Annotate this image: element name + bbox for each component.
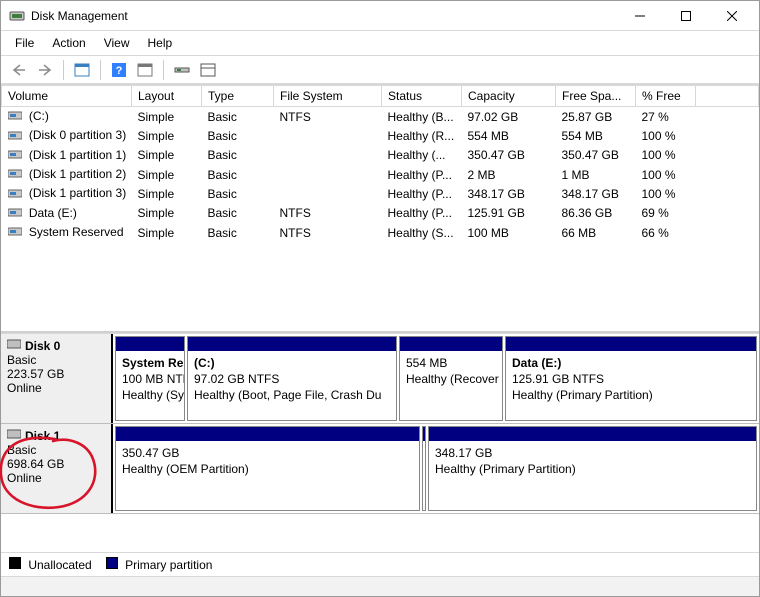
volume-icon [8,206,22,221]
volume-icon [8,148,22,163]
help-icon[interactable]: ? [107,59,131,81]
toolbar-action2-icon[interactable] [196,59,220,81]
volume-icon [8,109,22,124]
disk-info[interactable]: Disk 0Basic223.57 GBOnline [1,334,113,423]
menu-help[interactable]: Help [140,33,181,53]
toolbar: ? [1,56,759,84]
menu-file[interactable]: File [7,33,42,53]
toolbar-separator [163,60,164,80]
volumes-table: Volume Layout Type File System Status Ca… [1,85,759,242]
maximize-button[interactable] [663,2,709,30]
disk-management-window: Disk Management File Action View Help ? [0,0,760,597]
col-type[interactable]: Type [202,86,274,107]
app-icon [9,8,25,24]
legend: Unallocated Primary partition [1,552,759,576]
col-layout[interactable]: Layout [132,86,202,107]
volume-icon [8,225,22,240]
volume-icon [8,167,22,182]
disk-info[interactable]: Disk 1Basic698.64 GBOnline [1,424,113,513]
partition-stripe [423,427,425,441]
menubar: File Action View Help [1,31,759,56]
partition[interactable] [422,426,426,511]
disk-partitions: System Res100 MB NTFHealthy (Sy(C:)97.02… [113,334,759,423]
forward-button [33,59,57,81]
disk-partitions: 350.47 GBHealthy (OEM Partition)348.17 G… [113,424,759,513]
col-status[interactable]: Status [382,86,462,107]
volumes-pane[interactable]: Volume Layout Type File System Status Ca… [1,85,759,333]
table-row[interactable]: (Disk 1 partition 2)SimpleBasicHealthy (… [2,165,759,184]
minimize-button[interactable] [617,2,663,30]
toolbar-refresh-icon[interactable] [70,59,94,81]
table-row[interactable]: System ReservedSimpleBasicNTFSHealthy (S… [2,223,759,242]
back-button [7,59,31,81]
partition[interactable]: 554 MBHealthy (Recover [399,336,503,421]
disk-row: Disk 0Basic223.57 GBOnlineSystem Res100 … [1,334,759,424]
volume-icon [8,187,22,202]
toolbar-separator [63,60,64,80]
svg-text:?: ? [116,65,123,77]
titlebar: Disk Management [1,1,759,31]
col-volume[interactable]: Volume [2,86,132,107]
disk-icon [7,338,21,353]
table-row[interactable]: (C:)SimpleBasicNTFSHealthy (B...97.02 GB… [2,107,759,127]
volume-icon [8,129,22,144]
legend-unallocated: Unallocated [9,557,92,572]
disk-row: Disk 1Basic698.64 GBOnline350.47 GBHealt… [1,424,759,514]
window-title: Disk Management [31,9,617,23]
menu-action[interactable]: Action [44,33,93,53]
table-row[interactable]: Data (E:)SimpleBasicNTFSHealthy (P...125… [2,204,759,223]
col-freespace[interactable]: Free Spa... [556,86,636,107]
partition-stripe [188,337,396,351]
footer-bar [1,576,759,596]
col-capacity[interactable]: Capacity [462,86,556,107]
toolbar-separator [100,60,101,80]
disks-scroll[interactable]: Disk 0Basic223.57 GBOnlineSystem Res100 … [1,334,759,552]
col-empty[interactable] [696,86,759,107]
disk-icon [7,428,21,443]
col-filesystem[interactable]: File System [274,86,382,107]
partition-stripe [400,337,502,351]
toolbar-settings-icon[interactable] [133,59,157,81]
table-row[interactable]: (Disk 1 partition 3)SimpleBasicHealthy (… [2,184,759,203]
disks-pane: Disk 0Basic223.57 GBOnlineSystem Res100 … [1,333,759,552]
partition[interactable]: 350.47 GBHealthy (OEM Partition) [115,426,420,511]
legend-primary: Primary partition [106,557,213,572]
menu-view[interactable]: View [96,33,138,53]
table-row[interactable]: (Disk 0 partition 3)SimpleBasicHealthy (… [2,126,759,145]
swatch-primary [106,557,118,569]
toolbar-action-icon[interactable] [170,59,194,81]
table-header-row: Volume Layout Type File System Status Ca… [2,86,759,107]
partition-stripe [116,427,419,441]
partition[interactable]: Data (E:)125.91 GB NTFSHealthy (Primary … [505,336,757,421]
partition[interactable]: System Res100 MB NTFHealthy (Sy [115,336,185,421]
content-area: Volume Layout Type File System Status Ca… [1,84,759,596]
swatch-unallocated [9,557,21,569]
close-button[interactable] [709,2,755,30]
table-row[interactable]: (Disk 1 partition 1)SimpleBasicHealthy (… [2,146,759,165]
partition-stripe [429,427,756,441]
partition-stripe [116,337,184,351]
col-pctfree[interactable]: % Free [636,86,696,107]
partition[interactable]: 348.17 GBHealthy (Primary Partition) [428,426,757,511]
partition[interactable]: (C:)97.02 GB NTFSHealthy (Boot, Page Fil… [187,336,397,421]
partition-stripe [506,337,756,351]
